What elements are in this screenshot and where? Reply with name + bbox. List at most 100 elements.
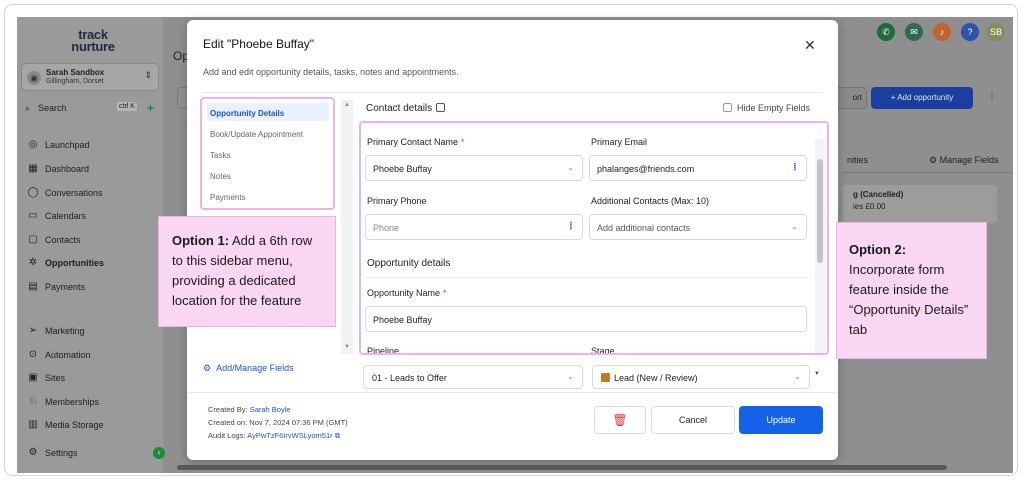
account-switcher[interactable]: ◉ Sarah Sandbox Gillingham, Dorset ⇕ xyxy=(21,63,159,91)
sidebar-item-dashboard[interactable]: ▦ Dashboard xyxy=(27,163,157,181)
left-scrollbar[interactable]: ▲ ▼ xyxy=(341,100,353,354)
sidebar-item-opportunities[interactable]: ✲ Opportunities xyxy=(27,257,157,275)
scroll-down-icon[interactable]: ▼ xyxy=(344,344,350,350)
copy-icon[interactable]: ⧉ xyxy=(335,431,340,440)
add-manage-fields-link[interactable]: ⚙ Add/Manage Fields xyxy=(203,363,294,374)
field-action-icon[interactable]: ⦙ xyxy=(794,162,796,173)
sidebar-item-settings[interactable]: ⚙ Settings xyxy=(27,447,157,465)
collapse-sidebar-icon[interactable]: ‹ xyxy=(153,447,165,459)
sidebar-item-label: Automation xyxy=(45,350,91,360)
stage-select[interactable]: Lead (New / Review) ⌄ xyxy=(592,365,810,389)
avatar[interactable]: SB xyxy=(987,23,1005,41)
field-action-icon[interactable]: ⦙ xyxy=(570,221,572,232)
scroll-down-icon[interactable]: ▼ xyxy=(814,371,820,377)
horizontal-scrollbar xyxy=(177,465,947,470)
scrollbar-thumb[interactable] xyxy=(817,159,823,263)
created-on: Created on: Nov 7, 2024 07:36 PM (GMT) xyxy=(208,418,348,427)
modal-title: Edit "Phoebe Buffay" xyxy=(203,37,315,51)
folder-icon: ▥ xyxy=(28,419,38,430)
sidebar-item-calendars[interactable]: ▭ Calendars xyxy=(27,210,157,228)
search-shortcut: ctrl K xyxy=(117,102,137,111)
created-by: Created By: Sarah Boyle xyxy=(208,405,291,414)
primary-phone-field[interactable]: Phone ⦙ xyxy=(365,214,583,240)
contacts-icon: ▢ xyxy=(28,234,38,245)
sidebar-item-marketing[interactable]: ➢ Marketing xyxy=(27,325,157,343)
contact-details-heading: Contact details xyxy=(366,103,446,114)
modal-tab-menu: Opportunity Details Book/Update Appointm… xyxy=(200,97,335,210)
manage-fields-label: Manage Fields xyxy=(939,155,999,165)
tab-book-update-appointment[interactable]: Book/Update Appointment xyxy=(207,124,329,142)
phone-icon[interactable]: ✆ xyxy=(877,23,895,41)
sites-icon: ▣ xyxy=(28,372,38,383)
chevron-updown-icon: ⇕ xyxy=(144,70,152,80)
sidebar-item-launchpad[interactable]: ◎ Launchpad xyxy=(27,139,157,157)
hide-empty-fields-checkbox[interactable]: Hide Empty Fields xyxy=(723,103,810,113)
gear-icon: ⚙ xyxy=(929,155,940,165)
field-placeholder: Phone xyxy=(373,223,400,233)
field-placeholder: Add additional contacts xyxy=(597,223,691,233)
card-subtitle: ies £0.00 xyxy=(853,202,886,211)
opportunity-name-label: Opportunity Name * xyxy=(367,288,447,298)
sidebar-item-memberships[interactable]: ♘ Memberships xyxy=(27,396,157,414)
rocket-icon: ◎ xyxy=(28,139,38,150)
opportunity-name-field[interactable]: Phoebe Buffay xyxy=(365,306,807,332)
label-text: Opportunity Name xyxy=(367,288,441,298)
modal-subtitle: Add and edit opportunity details, tasks,… xyxy=(203,67,459,77)
help-icon[interactable]: ? xyxy=(961,23,979,41)
sidebar-item-label: Sites xyxy=(45,373,66,383)
tab-tasks[interactable]: Tasks xyxy=(207,145,329,163)
close-icon[interactable]: ✕ xyxy=(804,37,816,54)
sidebar-item-automation[interactable]: ⊙ Automation xyxy=(27,349,157,367)
primary-contact-name-select[interactable]: Phoebe Buffay ⌄ xyxy=(365,155,583,181)
sidebar: track nurture ◉ Sarah Sandbox Gillingham… xyxy=(17,17,165,473)
pipeline-select[interactable]: 01 - Leads to Offer ⌄ xyxy=(363,365,583,389)
sidebar-item-label: Media Storage xyxy=(45,420,104,430)
divider xyxy=(365,277,809,278)
tab-payments[interactable]: Payments xyxy=(207,187,329,205)
sidebar-item-conversations[interactable]: ◯ Conversations xyxy=(27,187,157,205)
quick-add-icon[interactable]: + xyxy=(147,101,154,115)
more-icon: ⋮ xyxy=(987,91,997,102)
meta-label: Created By: xyxy=(208,405,248,414)
search-icon: ⌕ xyxy=(25,103,31,113)
sidebar-item-media-storage[interactable]: ▥ Media Storage xyxy=(27,419,157,437)
scroll-up-icon[interactable]: ▲ xyxy=(344,102,350,108)
field-value: 01 - Leads to Offer xyxy=(372,373,447,383)
chevron-down-icon: ⌄ xyxy=(791,222,798,231)
sidebar-item-payments[interactable]: ▤ Payments xyxy=(27,281,157,299)
audit-logs-link[interactable]: AyPwTzF6IrvWSLyom51r xyxy=(247,431,332,440)
sidebar-item-contacts[interactable]: ▢ Contacts xyxy=(27,234,157,252)
primary-contact-name-label: Primary Contact Name * xyxy=(367,137,465,147)
required-mark: * xyxy=(443,288,447,298)
top-icons: ✆ ✉ ♪ ? SB xyxy=(875,23,1013,43)
contact-card-icon xyxy=(436,103,446,112)
cancel-button[interactable]: Cancel xyxy=(651,406,735,434)
logo: track nurture xyxy=(53,28,133,54)
megaphone-icon[interactable]: ✉ xyxy=(905,23,923,41)
additional-contacts-select[interactable]: Add additional contacts ⌄ xyxy=(589,214,807,240)
delete-button[interactable]: 🗑 xyxy=(594,406,646,434)
sidebar-item-label: Dashboard xyxy=(45,164,90,174)
primary-email-field[interactable]: phalanges@friends.com ⦙ xyxy=(589,155,807,181)
send-icon: ➢ xyxy=(28,325,38,336)
created-by-link[interactable]: Sarah Boyle xyxy=(250,405,291,414)
gear-icon: ⚙ xyxy=(203,363,212,373)
bell-icon[interactable]: ♪ xyxy=(933,23,951,41)
logo-line-2: nurture xyxy=(71,39,115,54)
update-button[interactable]: Update xyxy=(739,406,823,434)
background-tab: nities xyxy=(847,155,869,165)
callout-label: Option 1: xyxy=(172,233,230,248)
meta-value: Nov 7, 2024 07:36 PM (GMT) xyxy=(249,418,348,427)
form-scrollbar[interactable] xyxy=(815,139,825,353)
divider xyxy=(203,92,823,93)
pipeline-label: Pipeline xyxy=(367,346,400,355)
tab-notes[interactable]: Notes xyxy=(207,166,329,184)
sidebar-search[interactable]: ⌕ Search ctrl K + xyxy=(25,101,155,117)
tab-opportunity-details[interactable]: Opportunity Details xyxy=(207,103,329,121)
sidebar-item-label: Memberships xyxy=(45,397,100,407)
chevron-down-icon: ⌄ xyxy=(567,372,574,381)
sidebar-item-sites[interactable]: ▣ Sites xyxy=(27,372,157,390)
required-mark: * xyxy=(461,137,465,147)
audit-logs: Audit Logs: AyPwTzF6IrvWSLyom51r ⧉ xyxy=(208,431,340,441)
meta-label: Audit Logs: xyxy=(208,431,246,440)
